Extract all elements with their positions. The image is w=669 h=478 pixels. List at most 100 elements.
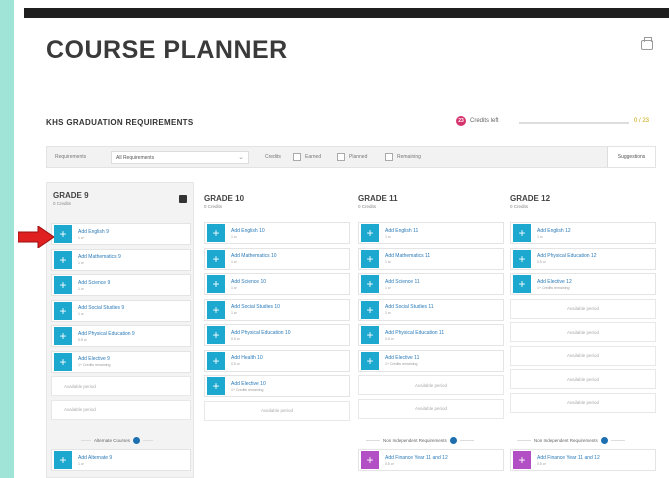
- course-name: Add English 9: [78, 228, 109, 235]
- earned-checkbox[interactable]: [293, 153, 301, 161]
- course-list: + Add English 11 1 cr + Add Mathematics 11 1…: [358, 222, 504, 422]
- top-bar: [24, 8, 669, 18]
- calendar-icon[interactable]: [179, 195, 187, 203]
- plus-icon[interactable]: +: [54, 451, 72, 469]
- available-period[interactable]: Available period: [51, 399, 191, 420]
- plus-icon[interactable]: +: [361, 275, 379, 293]
- plus-icon[interactable]: +: [54, 352, 72, 371]
- plus-icon[interactable]: +: [361, 326, 379, 344]
- plus-icon[interactable]: +: [207, 377, 225, 395]
- planned-checkbox[interactable]: [337, 153, 345, 161]
- course-card[interactable]: + Add Mathematics 11 1 cr: [358, 247, 504, 270]
- plus-icon[interactable]: +: [54, 301, 72, 320]
- plus-icon[interactable]: +: [513, 451, 531, 469]
- suggestions-button[interactable]: Suggestions: [607, 147, 655, 167]
- course-name: Add Science 9: [78, 279, 111, 286]
- course-card[interactable]: + Add Science 10 1 cr: [204, 273, 350, 295]
- plus-icon[interactable]: +: [513, 224, 531, 242]
- course-name: Add Elective 10: [231, 380, 266, 387]
- course-card[interactable]: + Add Physical Education 9 0.5 cr: [51, 325, 191, 347]
- plus-icon[interactable]: +: [513, 249, 531, 268]
- info-icon[interactable]: [449, 437, 457, 444]
- course-card[interactable]: + Add Mathematics 91 cr: [51, 248, 191, 271]
- course-name: Add Social Studies 11: [385, 304, 434, 310]
- course-card[interactable]: + Add Physical Education 11 0.5 cr: [358, 324, 504, 346]
- course-credits: 0.5 cr: [385, 461, 394, 466]
- available-period[interactable]: Available period: [510, 345, 656, 366]
- planned-label: Planned: [349, 154, 368, 160]
- plus-icon[interactable]: +: [361, 351, 379, 370]
- course-name: Add Mathematics 9: [78, 254, 121, 260]
- requirements-select[interactable]: All Requirements ⌄: [111, 151, 249, 164]
- plus-icon[interactable]: +: [207, 326, 225, 344]
- course-credits: 1 cr: [78, 286, 84, 291]
- plus-icon[interactable]: +: [361, 224, 379, 242]
- course-card[interactable]: + Add English 10 1 cr: [204, 222, 350, 244]
- plus-icon[interactable]: +: [54, 250, 72, 269]
- grade-credits: 0 Credits: [204, 204, 223, 209]
- print-icon[interactable]: [641, 37, 653, 50]
- plus-icon[interactable]: +: [361, 451, 379, 469]
- course-card[interactable]: + Add Finance Year 11 and 12 0.5 cr: [510, 449, 656, 471]
- grade-credits: 0 Credits: [510, 204, 529, 209]
- course-card[interactable]: + Add Science 91 cr: [51, 274, 191, 296]
- course-card[interactable]: + Add Health 10 0.5 cr: [204, 349, 350, 372]
- available-period[interactable]: Available period: [204, 400, 350, 421]
- course-card[interactable]: + Add Elective 10 1+ Credits remaining: [204, 375, 350, 397]
- plus-icon[interactable]: +: [361, 300, 379, 319]
- course-card[interactable]: + Add Physical Education 10 0.5 cr: [204, 324, 350, 346]
- info-icon[interactable]: [133, 437, 141, 444]
- plus-icon[interactable]: +: [54, 276, 72, 294]
- course-name: Add Mathematics 10: [231, 253, 277, 259]
- course-name: Add Social Studies 9: [78, 305, 125, 311]
- course-card[interactable]: + Add Elective 12 1+ Credits remaining: [510, 273, 656, 295]
- available-period[interactable]: Available period: [358, 398, 504, 419]
- course-card[interactable]: + Add Social Studies 91 cr: [51, 299, 191, 322]
- available-period[interactable]: Available period: [510, 322, 656, 342]
- available-period[interactable]: Available period: [510, 392, 656, 413]
- course-name: Add Physical Education 12: [537, 253, 597, 259]
- grade-title: GRADE 9: [53, 191, 89, 200]
- grade-title: GRADE 12: [510, 194, 551, 203]
- course-card[interactable]: + Add Mathematics 10 1 cr: [204, 247, 350, 270]
- course-card[interactable]: + Add Finance Year 11 and 12 0.5 cr: [358, 449, 504, 471]
- available-period[interactable]: Available period: [510, 298, 656, 319]
- course-card[interactable]: + Add Social Studies 11 1 cr: [358, 298, 504, 321]
- page-title: COURSE PLANNER: [46, 36, 288, 64]
- course-name: Add Science 10: [231, 278, 267, 285]
- available-period[interactable]: Available period: [358, 375, 504, 395]
- course-card[interactable]: + Add Science 11 1 cr: [358, 273, 504, 295]
- course-credits: 1 cr: [78, 261, 84, 265]
- non-independent-section-11: Non Independent Requirements: [366, 437, 474, 444]
- plus-icon[interactable]: +: [361, 249, 379, 268]
- course-card[interactable]: + Add Social Studies 10 1 cr: [204, 298, 350, 321]
- plus-icon[interactable]: +: [207, 300, 225, 319]
- course-card[interactable]: + Add Physical Education 12 0.5 cr: [510, 247, 656, 270]
- course-card[interactable]: + Add English 11 1 cr: [358, 222, 504, 244]
- credits-left-badge: 23: [456, 116, 466, 126]
- course-name: Add Science 11: [385, 278, 420, 285]
- plus-icon[interactable]: +: [207, 275, 225, 293]
- available-period[interactable]: Available period: [510, 369, 656, 389]
- course-credits: 0.5 cr: [537, 461, 546, 466]
- course-card[interactable]: + Add Elective 11 1+ Credits remaining: [358, 349, 504, 372]
- info-icon[interactable]: [600, 437, 608, 444]
- course-card[interactable]: + Add English 91 cr: [51, 223, 191, 245]
- course-name: Add Finance Year 11 and 12: [537, 454, 600, 461]
- plus-icon[interactable]: +: [54, 225, 72, 243]
- plus-icon[interactable]: +: [513, 275, 531, 293]
- course-credits: 1 cr: [231, 285, 237, 290]
- plus-icon[interactable]: +: [207, 351, 225, 370]
- course-card[interactable]: + Add English 12 1 cr: [510, 222, 656, 244]
- credits-filter-label: Credits: [265, 154, 281, 160]
- plus-icon[interactable]: +: [207, 224, 225, 242]
- available-period[interactable]: Available period: [51, 376, 191, 396]
- remaining-checkbox[interactable]: [385, 153, 393, 161]
- plus-icon[interactable]: +: [54, 327, 72, 345]
- plus-icon[interactable]: +: [207, 249, 225, 268]
- course-card[interactable]: + Add Elective 9 1+ Credits remaining: [51, 350, 191, 373]
- credits-progress-count: 0 / 23: [634, 118, 650, 124]
- requirements-select-value: All Requirements: [116, 155, 155, 161]
- course-card[interactable]: + Add Alternate 91 cr: [51, 449, 191, 471]
- requirements-title: KHS GRADUATION REQUIREMENTS: [46, 118, 194, 127]
